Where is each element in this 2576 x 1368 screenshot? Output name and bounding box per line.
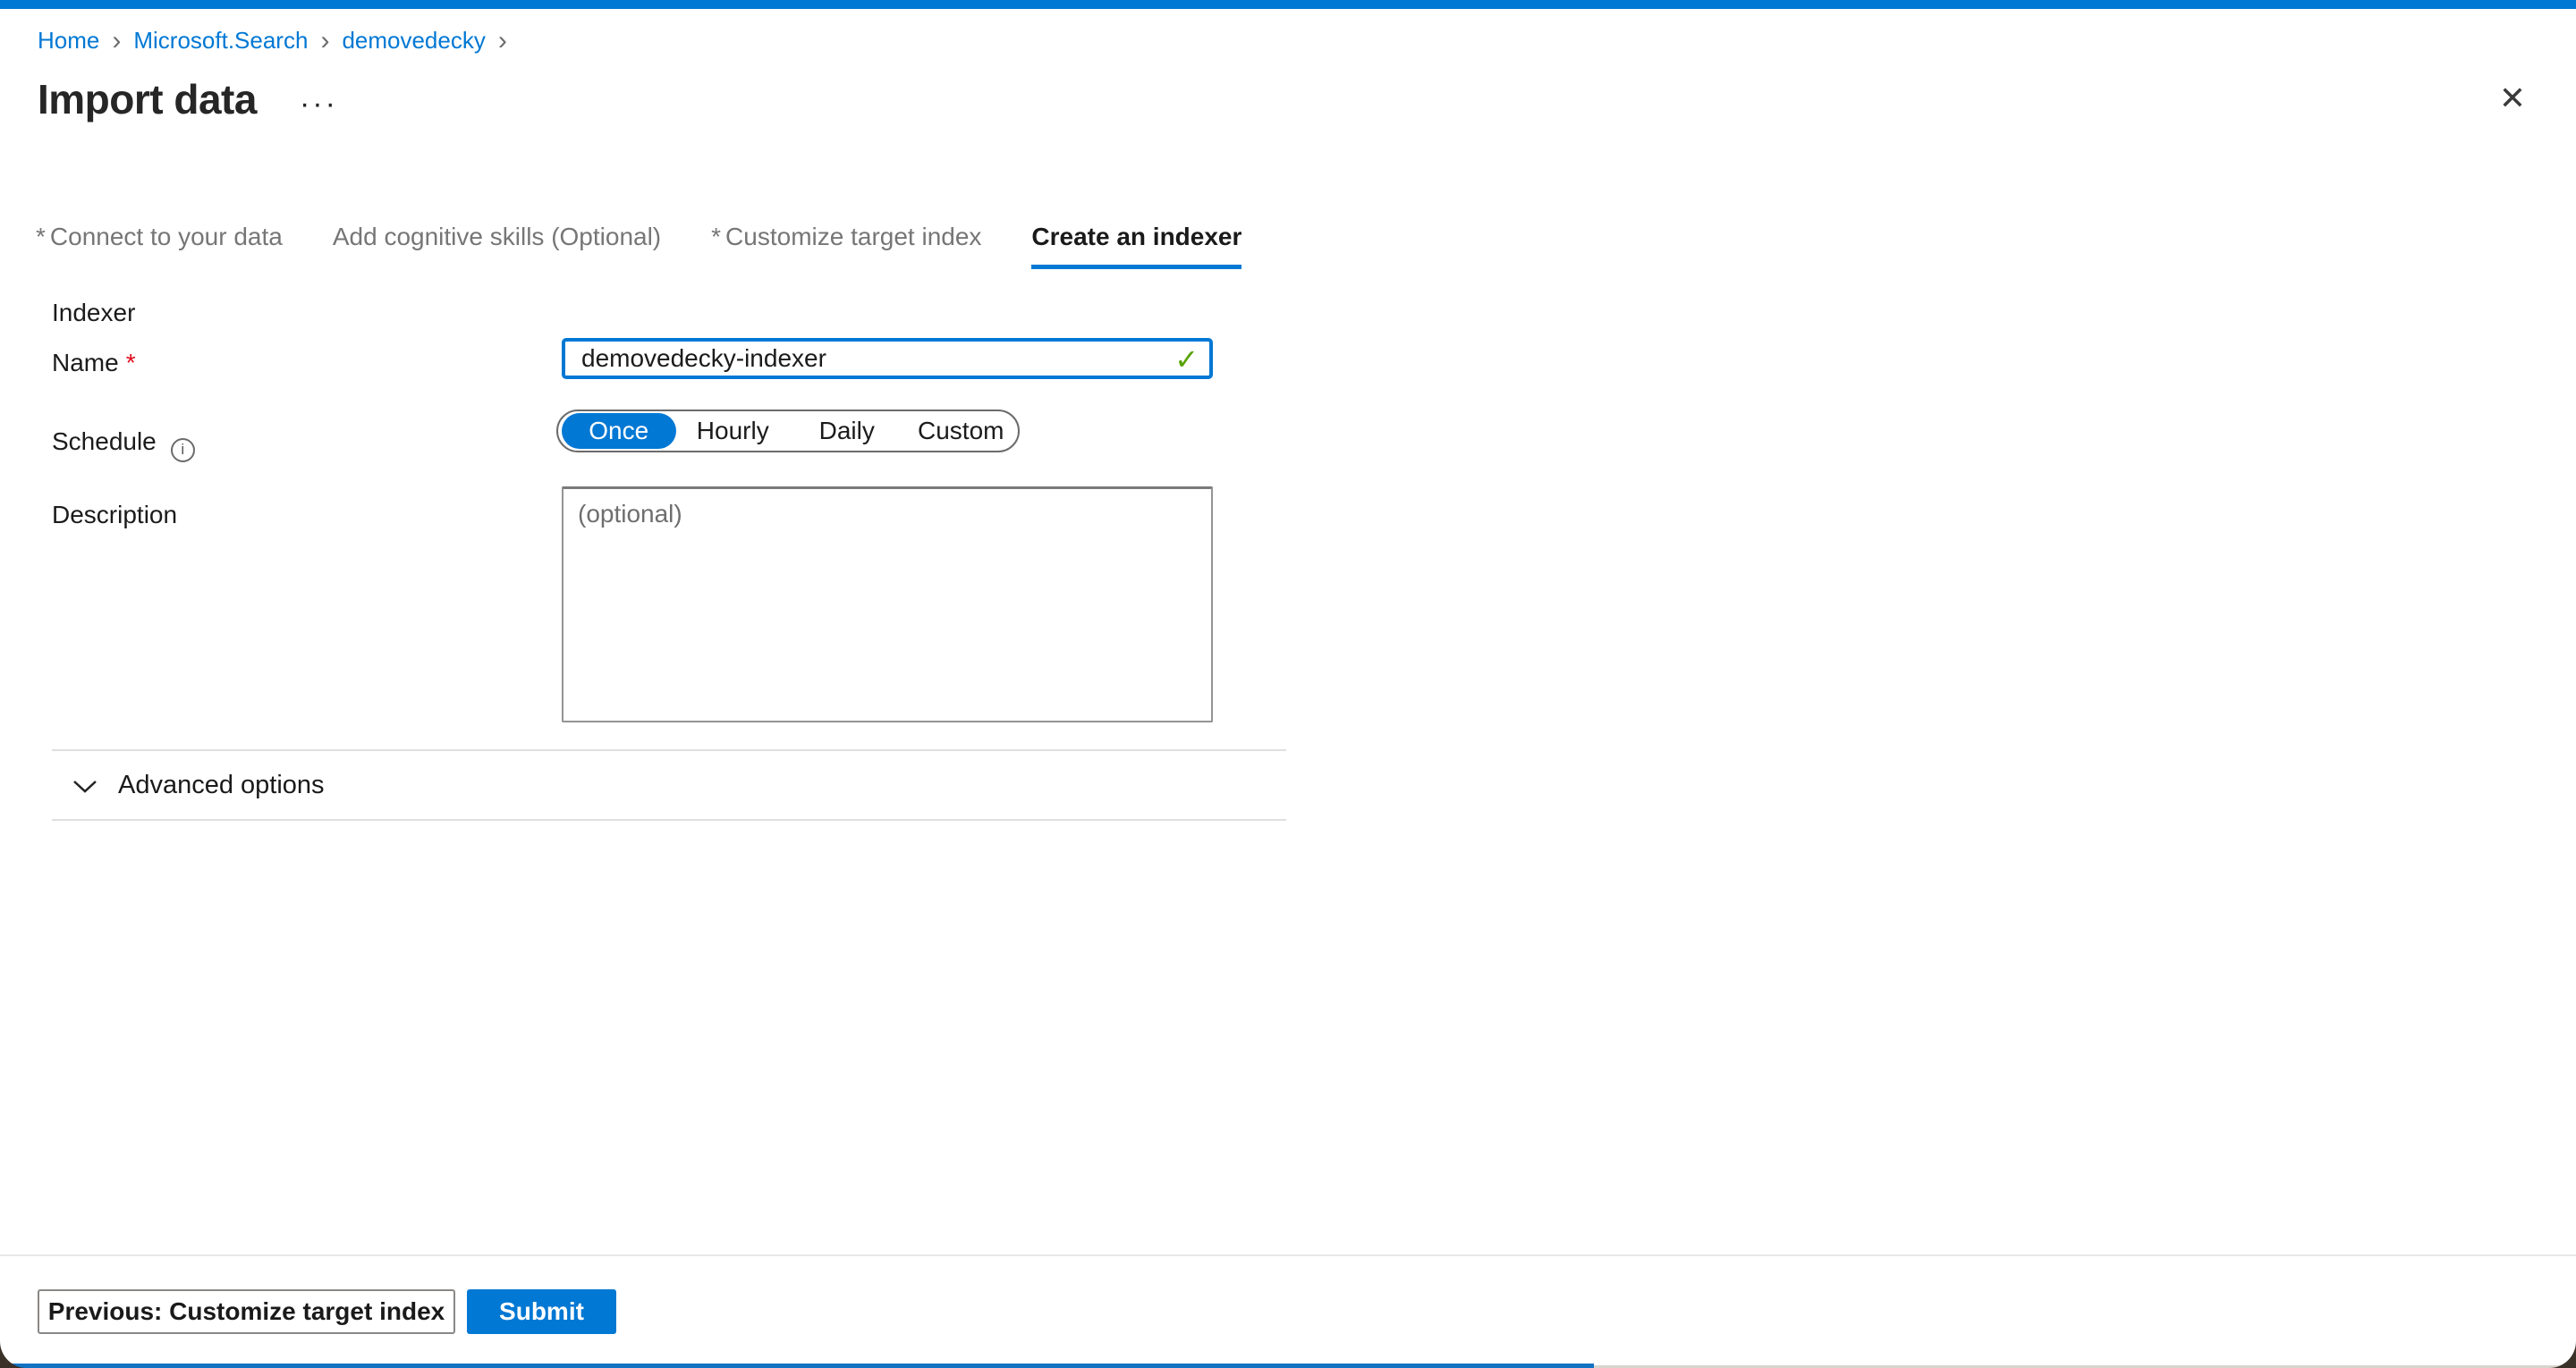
- submit-button[interactable]: Submit: [467, 1289, 616, 1334]
- advanced-options-toggle[interactable]: Advanced options: [72, 771, 325, 800]
- breadcrumb-separator-icon: ›: [320, 30, 329, 53]
- breadcrumb-link-demovedecky[interactable]: demovedecky: [342, 27, 485, 55]
- window-corner-left: [0, 1341, 27, 1368]
- breadcrumb-link-home[interactable]: Home: [38, 27, 99, 55]
- tab-add-cognitive-skills[interactable]: Add cognitive skills (Optional): [333, 222, 661, 269]
- required-asterisk: *: [126, 349, 136, 376]
- required-asterisk: *: [36, 223, 46, 250]
- tab-label: Customize target index: [725, 223, 981, 250]
- footer-divider: [0, 1254, 2576, 1256]
- page-title: Import data: [38, 75, 257, 123]
- indexer-section-label: Indexer: [52, 299, 135, 327]
- divider: [52, 749, 1286, 751]
- schedule-toggle-group: Once Hourly Daily Custom: [556, 410, 1020, 452]
- breadcrumb-separator-icon: ›: [498, 30, 507, 53]
- tab-label: Add cognitive skills (Optional): [333, 223, 661, 250]
- required-asterisk: *: [711, 223, 721, 250]
- advanced-options-label: Advanced options: [118, 771, 325, 800]
- bottom-edge-bar: [0, 1364, 1594, 1368]
- breadcrumb-link-microsoft-search[interactable]: Microsoft.Search: [133, 27, 308, 55]
- name-field-label: Name*: [52, 349, 136, 377]
- name-field-wrapper: ✓: [562, 338, 1213, 379]
- tab-label: Create an indexer: [1031, 223, 1241, 250]
- tab-label: Connect to your data: [50, 223, 283, 250]
- description-textarea[interactable]: [562, 486, 1213, 722]
- breadcrumb-separator-icon: ›: [112, 30, 121, 53]
- description-field-label: Description: [52, 501, 177, 529]
- page-header: Import data ···: [38, 75, 338, 123]
- tab-customize-target-index[interactable]: *Customize target index: [711, 222, 981, 269]
- tab-create-an-indexer[interactable]: Create an indexer: [1031, 222, 1241, 269]
- more-options-button[interactable]: ···: [300, 78, 338, 122]
- previous-step-button[interactable]: Previous: Customize target index: [38, 1289, 455, 1334]
- schedule-option-daily[interactable]: Daily: [790, 411, 904, 451]
- schedule-field-label: Schedulei: [52, 427, 195, 462]
- azure-top-nav-bar: [0, 0, 2576, 9]
- schedule-option-custom[interactable]: Custom: [904, 411, 1019, 451]
- schedule-option-hourly[interactable]: Hourly: [676, 411, 791, 451]
- indexer-name-input[interactable]: [562, 338, 1213, 379]
- schedule-option-once[interactable]: Once: [562, 413, 676, 449]
- window-corner-right: [2549, 1341, 2576, 1368]
- import-data-page: Home › Microsoft.Search › demovedecky › …: [0, 0, 2576, 1368]
- divider: [52, 819, 1286, 821]
- wizard-tabs: *Connect to your data Add cognitive skil…: [36, 222, 1241, 269]
- chevron-down-icon: [72, 778, 98, 794]
- tab-connect-to-your-data[interactable]: *Connect to your data: [36, 222, 283, 269]
- info-icon[interactable]: i: [171, 438, 195, 462]
- breadcrumb: Home › Microsoft.Search › demovedecky ›: [38, 27, 520, 55]
- close-icon[interactable]: ✕: [2499, 82, 2526, 114]
